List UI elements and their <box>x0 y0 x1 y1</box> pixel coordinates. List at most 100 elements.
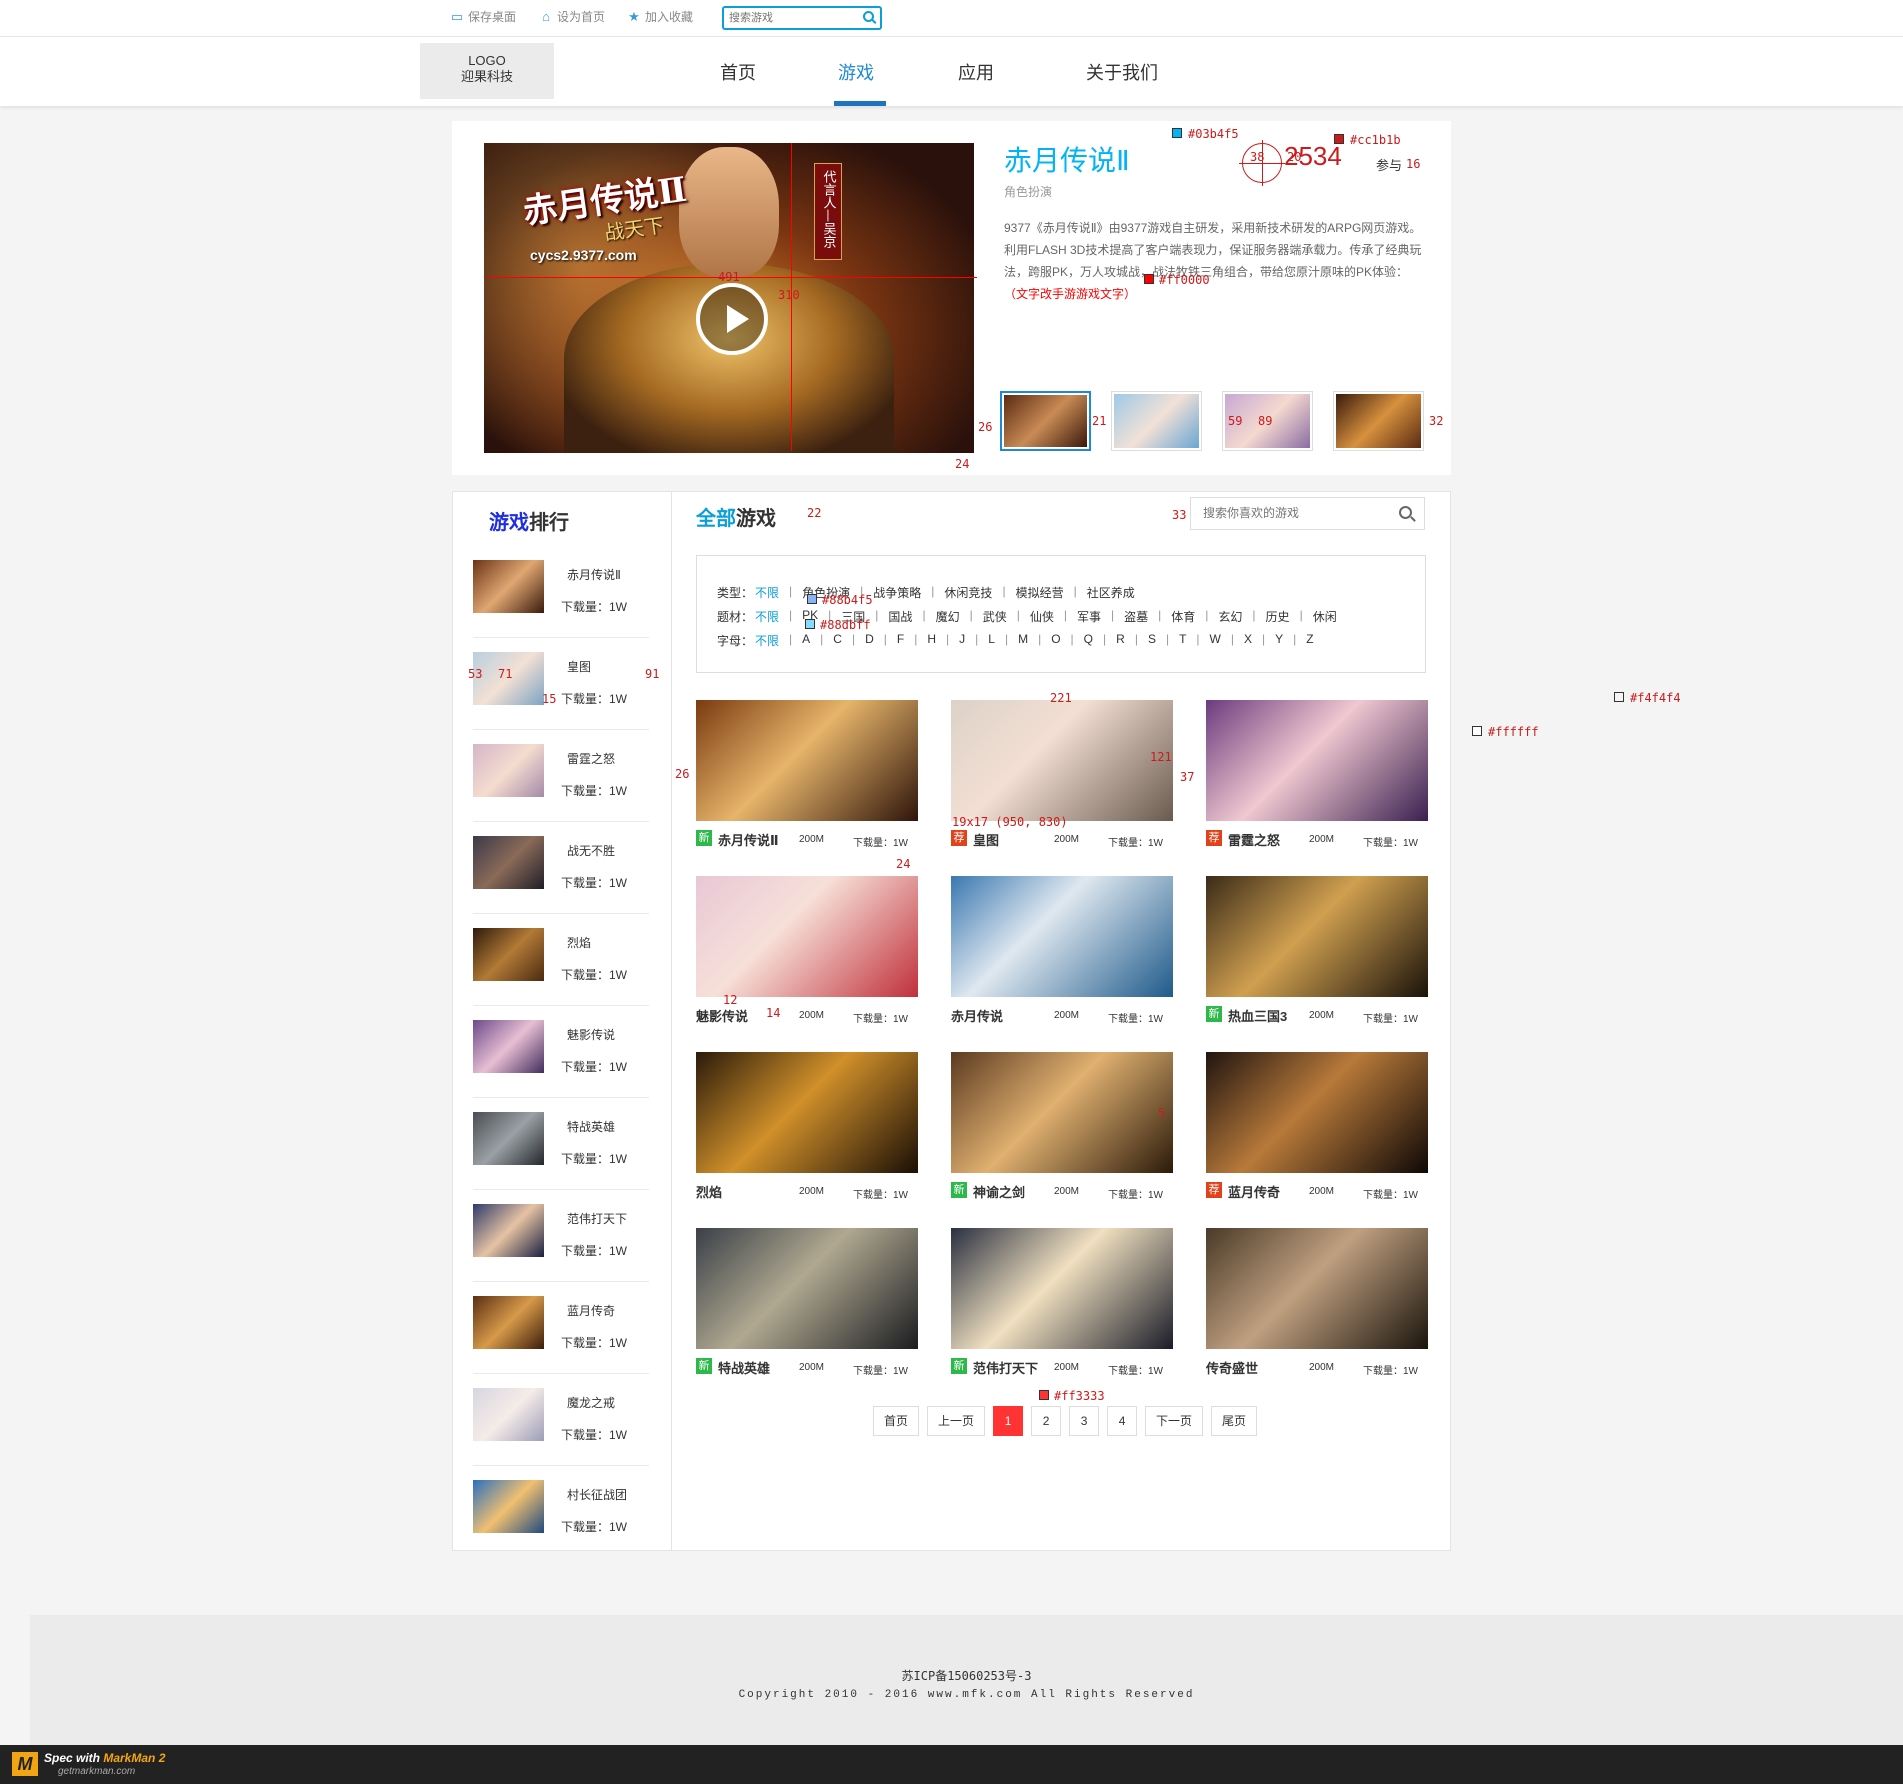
filter-option[interactable]: 不限 <box>755 608 779 625</box>
filter-option[interactable]: Y <box>1275 632 1283 649</box>
game-card[interactable]: 荐蓝月传奇 200M 下载量：1W <box>1206 1052 1428 1202</box>
pager-page[interactable]: 4 <box>1107 1406 1138 1436</box>
game-cover-image[interactable] <box>1206 1228 1428 1349</box>
ranking-item[interactable]: 范伟打天下 下载量：1W <box>473 1190 649 1282</box>
thumbnail[interactable] <box>1111 391 1202 451</box>
ranking-thumbnail[interactable] <box>473 744 544 797</box>
filter-option[interactable]: 休闲竞技 <box>944 584 992 601</box>
game-name[interactable]: 赤月传说Ⅱ <box>718 830 779 849</box>
game-cover-image[interactable] <box>951 700 1173 821</box>
pager-prev[interactable]: 上一页 <box>927 1406 986 1436</box>
ranking-item[interactable]: 雷霆之怒 下载量：1W <box>473 730 649 822</box>
game-search-input[interactable] <box>1191 498 1381 528</box>
search-icon[interactable] <box>863 11 874 22</box>
pager-page[interactable]: 2 <box>1031 1406 1062 1436</box>
game-cover-image[interactable] <box>951 876 1173 997</box>
game-card[interactable]: 新神谕之剑 200M 下载量：1W <box>951 1052 1173 1202</box>
ranking-item[interactable]: 魔龙之戒 下载量：1W <box>473 1374 649 1466</box>
logo[interactable]: LOGO 迎果科技 <box>420 43 554 99</box>
filter-option[interactable]: 盗墓 <box>1124 608 1148 625</box>
filter-option[interactable]: Z <box>1306 632 1313 649</box>
ranking-thumbnail[interactable] <box>473 1020 544 1073</box>
game-cover-image[interactable] <box>1206 876 1428 997</box>
filter-option[interactable]: 社区养成 <box>1087 584 1135 601</box>
nav-about[interactable]: 关于我们 <box>1086 59 1158 85</box>
filter-option[interactable]: A <box>802 632 810 649</box>
filter-option[interactable]: L <box>988 632 995 649</box>
ranking-game-name[interactable]: 魅影传说 <box>567 1026 615 1043</box>
ranking-thumbnail[interactable] <box>473 1296 544 1349</box>
ranking-thumbnail[interactable] <box>473 560 544 613</box>
game-cover-image[interactable] <box>696 1228 918 1349</box>
game-cover-image[interactable] <box>696 876 918 997</box>
ranking-thumbnail[interactable] <box>473 1388 544 1441</box>
filter-option[interactable]: 历史 <box>1266 608 1290 625</box>
filter-option[interactable]: 魔幻 <box>936 608 960 625</box>
pager-first[interactable]: 首页 <box>873 1406 920 1436</box>
add-favorite-link[interactable]: ★ 加入收藏 <box>627 8 693 25</box>
game-card[interactable]: 赤月传说 200M 下载量：1W <box>951 876 1173 1026</box>
game-card[interactable]: 烈焰 200M 下载量：1W <box>696 1052 918 1202</box>
ranking-game-name[interactable]: 范伟打天下 <box>567 1210 627 1227</box>
ranking-game-name[interactable]: 特战英雄 <box>567 1118 615 1135</box>
filter-option[interactable]: X <box>1244 632 1252 649</box>
game-cover-image[interactable] <box>696 1052 918 1173</box>
top-search-input[interactable] <box>724 8 854 28</box>
pager-page[interactable]: 1 <box>993 1406 1024 1436</box>
thumbnail[interactable] <box>1000 391 1091 451</box>
game-name[interactable]: 魅影传说 <box>696 1006 748 1025</box>
filter-option[interactable]: 不限 <box>755 632 779 649</box>
game-cover-image[interactable] <box>951 1052 1173 1173</box>
ranking-item[interactable]: 赤月传说Ⅱ 下载量：1W <box>473 546 649 638</box>
filter-option[interactable]: M <box>1018 632 1028 649</box>
game-card[interactable]: 新赤月传说Ⅱ 200M 下载量：1W <box>696 700 918 850</box>
game-card[interactable]: 荐雷霆之怒 200M 下载量：1W <box>1206 700 1428 850</box>
nav-apps[interactable]: 应用 <box>958 59 994 85</box>
save-desktop-link[interactable]: ▭ 保存桌面 <box>450 8 516 25</box>
filter-option[interactable]: O <box>1051 632 1060 649</box>
game-card[interactable]: 新热血三国3 200M 下载量：1W <box>1206 876 1428 1026</box>
ranking-game-name[interactable]: 雷霆之怒 <box>567 750 615 767</box>
ranking-thumbnail[interactable] <box>473 836 544 889</box>
ranking-item[interactable]: 蓝月传奇 下载量：1W <box>473 1282 649 1374</box>
game-name[interactable]: 蓝月传奇 <box>1228 1182 1280 1201</box>
filter-option[interactable]: 玄幻 <box>1218 608 1242 625</box>
filter-option[interactable]: F <box>897 632 904 649</box>
filter-option[interactable]: 体育 <box>1171 608 1195 625</box>
filter-option[interactable]: 模拟经营 <box>1016 584 1064 601</box>
ranking-thumbnail[interactable] <box>473 1204 544 1257</box>
ranking-item[interactable]: 战无不胜 下载量：1W <box>473 822 649 914</box>
game-cover-image[interactable] <box>1206 1052 1428 1173</box>
ranking-thumbnail[interactable] <box>473 1480 544 1533</box>
ranking-game-name[interactable]: 赤月传说Ⅱ <box>567 566 621 583</box>
featured-video[interactable]: 赤月传说Ⅱ 战天下 cycs2.9377.com 代言人—吴京 <box>484 143 974 453</box>
filter-option[interactable]: H <box>927 632 936 649</box>
ranking-game-name[interactable]: 魔龙之戒 <box>567 1394 615 1411</box>
ranking-game-name[interactable]: 村长征战团 <box>567 1486 627 1503</box>
game-name[interactable]: 赤月传说 <box>951 1006 1003 1025</box>
ranking-item[interactable]: 特战英雄 下载量：1W <box>473 1098 649 1190</box>
filter-option[interactable]: T <box>1179 632 1186 649</box>
pager-last[interactable]: 尾页 <box>1211 1406 1258 1436</box>
pager-next[interactable]: 下一页 <box>1145 1406 1204 1436</box>
ranking-item[interactable]: 皇图 下载量：1W <box>473 638 649 730</box>
ranking-item[interactable]: 村长征战团 下载量：1W <box>473 1466 649 1558</box>
filter-option[interactable]: 不限 <box>755 584 779 601</box>
nav-games[interactable]: 游戏 <box>838 59 874 85</box>
game-name[interactable]: 皇图 <box>973 830 999 849</box>
game-cover-image[interactable] <box>696 700 918 821</box>
filter-option[interactable]: 军事 <box>1077 608 1101 625</box>
ranking-game-name[interactable]: 皇图 <box>567 658 591 675</box>
search-icon[interactable] <box>1399 506 1412 519</box>
game-card[interactable]: 传奇盛世 200M 下载量：1W <box>1206 1228 1428 1378</box>
play-icon[interactable] <box>696 283 768 355</box>
ranking-item[interactable]: 烈焰 下载量：1W <box>473 914 649 1006</box>
game-name[interactable]: 特战英雄 <box>718 1358 770 1377</box>
filter-option[interactable]: R <box>1116 632 1125 649</box>
filter-option[interactable]: D <box>865 632 874 649</box>
thumbnail[interactable] <box>1333 391 1424 451</box>
filter-option[interactable]: 仙侠 <box>1030 608 1054 625</box>
nav-home[interactable]: 首页 <box>720 59 756 85</box>
game-card[interactable]: 新特战英雄 200M 下载量：1W <box>696 1228 918 1378</box>
filter-option[interactable]: 休闲 <box>1313 608 1337 625</box>
